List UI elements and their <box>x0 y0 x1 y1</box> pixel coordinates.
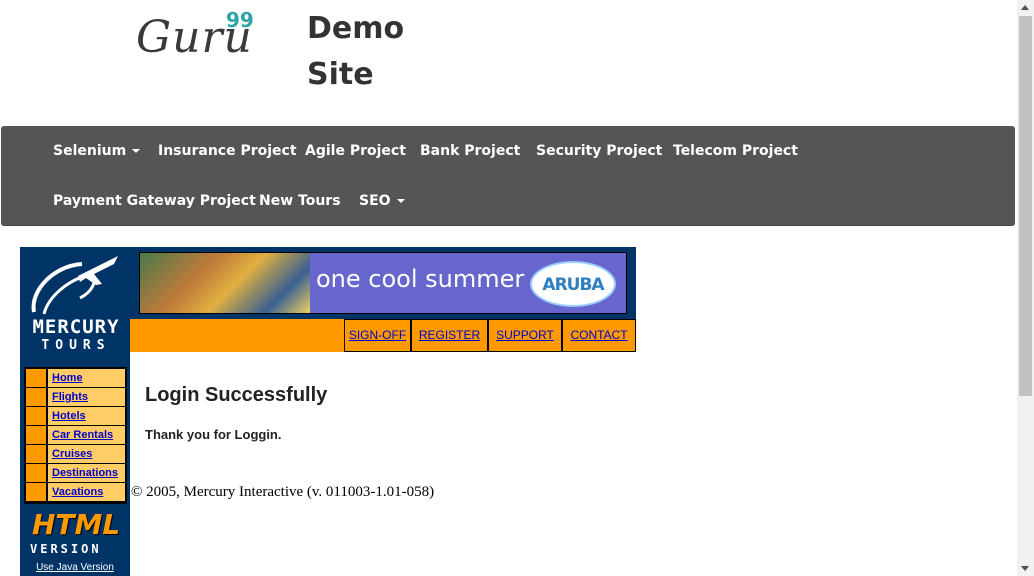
banner-text: one cool summer <box>316 265 525 293</box>
scroll-down-icon[interactable] <box>1021 566 1029 571</box>
car-rentals-link[interactable]: Car Rentals <box>52 429 113 441</box>
topnav-support[interactable]: SUPPORT <box>488 319 562 352</box>
side-item-marker <box>26 388 46 406</box>
hotels-link[interactable]: Hotels <box>52 410 86 422</box>
page-scrollbar[interactable] <box>1017 0 1034 576</box>
caret-down-icon <box>396 199 405 203</box>
nav-security-project[interactable]: Security Project <box>536 143 662 159</box>
caret-down-icon <box>132 149 141 153</box>
side-link-cell[interactable]: Hotels <box>48 407 125 425</box>
side-item-cruises[interactable]: Cruises <box>26 445 125 463</box>
cruises-link[interactable]: Cruises <box>52 448 92 460</box>
side-link-cell[interactable]: Destinations <box>48 464 125 482</box>
aruba-badge-text: ARUBA <box>542 275 604 295</box>
side-item-marker <box>26 369 46 387</box>
side-link-cell[interactable]: Car Rentals <box>48 426 125 444</box>
mercury-logo-line2: TOURS <box>41 338 111 353</box>
aruba-badge: ARUBA <box>530 261 616 307</box>
nav-new-tours[interactable]: New Tours <box>259 193 341 209</box>
mercury-tours-logo[interactable]: MERCURY TOURS <box>22 252 128 356</box>
home-link[interactable]: Home <box>52 372 83 384</box>
side-item-marker <box>26 445 46 463</box>
side-item-marker <box>26 483 46 501</box>
support-link[interactable]: SUPPORT <box>496 328 554 342</box>
scroll-thumb[interactable] <box>1019 16 1032 396</box>
topnav-sign-off[interactable]: SIGN-OFF <box>344 319 411 352</box>
vacations-link[interactable]: Vacations <box>52 486 103 498</box>
login-success-message: Thank you for Loggin. <box>145 427 282 442</box>
use-java-version-link[interactable]: Use Java Version <box>20 562 130 573</box>
side-item-marker <box>26 464 46 482</box>
side-item-car-rentals[interactable]: Car Rentals <box>26 426 125 444</box>
flights-link[interactable]: Flights <box>52 391 88 403</box>
aruba-banner[interactable]: one cool summer ARUBA <box>139 252 627 314</box>
topnav-register[interactable]: REGISTER <box>411 319 488 352</box>
register-link[interactable]: REGISTER <box>419 328 480 342</box>
sign-off-link[interactable]: SIGN-OFF <box>349 328 406 342</box>
side-item-marker <box>26 426 46 444</box>
logo-superscript: 99 <box>226 8 254 32</box>
mercury-side-nav: Home Flights Hotels Car Rentals Cruises … <box>24 367 127 504</box>
airplane-logo-icon <box>31 256 118 315</box>
side-item-flights[interactable]: Flights <box>26 388 125 406</box>
nav-seo[interactable]: SEO <box>359 193 405 209</box>
destinations-link[interactable]: Destinations <box>52 467 118 479</box>
nav-telecom-project[interactable]: Telecom Project <box>673 143 798 159</box>
banner-photo <box>140 253 310 313</box>
html-version-line2: VERSION <box>30 542 102 556</box>
copyright-text: © 2005, Mercury Interactive (v. 011003-1… <box>131 484 435 500</box>
contact-link[interactable]: CONTACT <box>570 328 627 342</box>
site-title: Demo Site <box>307 11 405 92</box>
main-navbar: Selenium Insurance Project Agile Project… <box>1 126 1015 226</box>
topnav-contact[interactable]: CONTACT <box>562 319 636 352</box>
nav-agile-project[interactable]: Agile Project <box>305 143 406 159</box>
mercury-top-nav: SIGN-OFF REGISTER SUPPORT CONTACT <box>130 319 636 352</box>
scroll-up-icon[interactable] <box>1021 5 1029 10</box>
side-item-home[interactable]: Home <box>26 369 125 387</box>
side-link-cell[interactable]: Cruises <box>48 445 125 463</box>
nav-label: Selenium <box>53 143 127 159</box>
nav-payment-gateway-project[interactable]: Payment Gateway Project <box>53 193 256 209</box>
side-item-destinations[interactable]: Destinations <box>26 464 125 482</box>
side-item-marker <box>26 407 46 425</box>
mercury-logo-line1: MERCURY <box>32 316 120 338</box>
nav-insurance-project[interactable]: Insurance Project <box>158 143 297 159</box>
nav-selenium[interactable]: Selenium <box>53 143 141 159</box>
side-item-vacations[interactable]: Vacations <box>26 483 125 501</box>
side-item-hotels[interactable]: Hotels <box>26 407 125 425</box>
side-link-cell[interactable]: Flights <box>48 388 125 406</box>
html-version-logo: HTML VERSION <box>22 506 128 560</box>
guru99-logo[interactable]: Guru 99 <box>136 6 256 66</box>
login-success-heading: Login Successfully <box>145 384 328 406</box>
side-link-cell[interactable]: Home <box>48 369 125 387</box>
side-link-cell[interactable]: Vacations <box>48 483 125 501</box>
nav-bank-project[interactable]: Bank Project <box>420 143 520 159</box>
nav-label: SEO <box>359 193 391 209</box>
html-version-line1: HTML <box>32 508 121 541</box>
